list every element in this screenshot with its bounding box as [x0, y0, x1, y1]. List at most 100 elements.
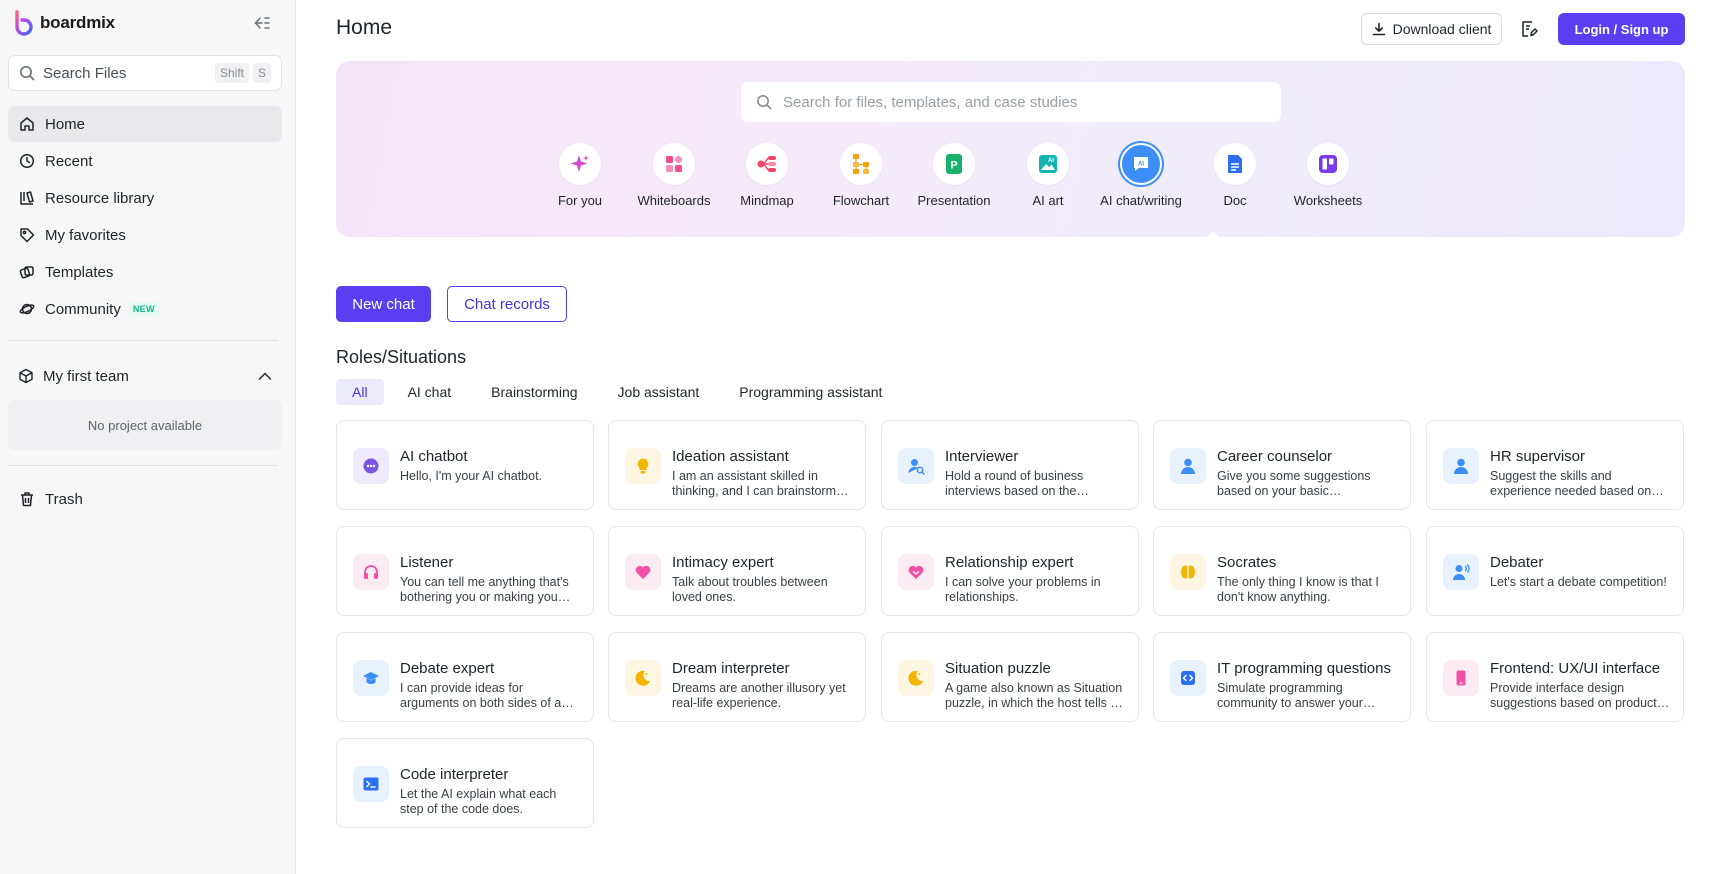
sidebar-item-label: Home — [45, 115, 86, 133]
role-card-intimacy-expert[interactable]: Intimacy expert Talk about troubles betw… — [608, 526, 866, 616]
sidebar-item-community[interactable]: Community NEW — [8, 291, 282, 327]
role-card-debater[interactable]: Debater Let's start a debate competition… — [1426, 526, 1684, 616]
filter-tab-brainstorming[interactable]: Brainstorming — [475, 379, 593, 405]
role-card-interviewer[interactable]: Interviewer Hold a round of business int… — [881, 420, 1139, 510]
chevron-up-icon[interactable] — [258, 371, 272, 381]
category-label: Whiteboards — [637, 193, 711, 208]
user-icon — [1443, 448, 1479, 484]
role-card-title: Situation puzzle — [945, 660, 1051, 677]
trash-icon — [18, 490, 36, 508]
category-flowchart[interactable]: Flowchart — [811, 143, 911, 208]
category-ai-chat-writing[interactable]: AI AI chat/writing — [1091, 143, 1191, 208]
filter-tab-ai-chat[interactable]: AI chat — [392, 379, 468, 405]
filter-tab-job-assistant[interactable]: Job assistant — [602, 379, 716, 405]
role-card-title: IT programming questions — [1217, 660, 1391, 677]
role-card-title: Intimacy expert — [672, 554, 774, 571]
role-card-situation-puzzle[interactable]: Situation puzzle A game also known as Si… — [881, 632, 1139, 722]
sidebar-item-home[interactable]: Home — [8, 106, 282, 142]
brand[interactable]: boardmix — [14, 10, 115, 36]
collapse-sidebar-button[interactable] — [252, 13, 272, 33]
category-whiteboards[interactable]: Whiteboards — [624, 143, 724, 208]
sidebar-item-label: Recent — [45, 152, 93, 170]
sidebar-item-my-favorites[interactable]: My favorites — [8, 217, 282, 253]
main-content: Home Download client Login / Sign up Sea… — [297, 0, 1710, 874]
category-worksheets[interactable]: Worksheets — [1278, 143, 1378, 208]
boardmix-logo-icon — [15, 10, 33, 36]
sidebar-item-templates[interactable]: Templates — [8, 254, 282, 290]
category-presentation[interactable]: P Presentation — [904, 143, 1004, 208]
login-signup-button[interactable]: Login / Sign up — [1558, 13, 1685, 45]
category-ai-art[interactable]: AI AI art — [998, 143, 1098, 208]
shortcut-s: S — [252, 63, 271, 83]
role-card-ideation-assistant[interactable]: Ideation assistant I am an assistant ski… — [608, 420, 866, 510]
hero-banner: Search for files, templates, and case st… — [336, 61, 1685, 237]
feedback-button[interactable] — [1516, 16, 1542, 42]
role-card-socrates[interactable]: Socrates The only thing I know is that I… — [1153, 526, 1411, 616]
search-files-label: Search Files — [43, 64, 127, 82]
moon-icon — [625, 660, 661, 696]
role-card-title: Career counselor — [1217, 448, 1333, 465]
presentation-icon: P — [946, 154, 962, 174]
hero-search-input[interactable]: Search for files, templates, and case st… — [741, 82, 1281, 122]
role-card-title: AI chatbot — [400, 448, 468, 465]
templates-icon — [18, 263, 36, 281]
collapse-icon — [254, 17, 270, 29]
chat-records-button[interactable]: Chat records — [447, 286, 567, 322]
role-card-hr-supervisor[interactable]: HR supervisor Suggest the skills and exp… — [1426, 420, 1684, 510]
new-chat-button[interactable]: New chat — [336, 286, 431, 322]
role-card-description: Simulate programming community to answer… — [1217, 681, 1363, 710]
sidebar-item-label: Resource library — [45, 189, 155, 207]
new-badge: NEW — [128, 302, 159, 316]
sidebar-item-recent[interactable]: Recent — [8, 143, 282, 179]
download-client-button[interactable]: Download client — [1361, 13, 1502, 45]
role-card-debate-expert[interactable]: Debate expert I can provide ideas for ar… — [336, 632, 594, 722]
sidebar-nav: Home Recent Resource library My favorite… — [8, 106, 282, 328]
sidebar: boardmix Search Files Shift S Home Recen… — [0, 0, 296, 874]
role-card-description: Hold a round of business interviews base… — [945, 469, 1084, 498]
role-card-description: Hello, I'm your AI chatbot. — [400, 469, 543, 483]
library-icon — [18, 189, 36, 207]
role-card-description: Dreams are another illusory yet real-lif… — [672, 681, 846, 710]
role-card-description: The only thing I know is that I don't kn… — [1217, 575, 1379, 604]
filter-tab-all[interactable]: All — [336, 379, 384, 405]
search-files-input[interactable]: Search Files Shift S — [8, 55, 282, 91]
role-card-title: Code interpreter — [400, 766, 509, 783]
role-card-description: A game also known as Situation puzzle, i… — [945, 681, 1123, 710]
roles-section-title: Roles/Situations — [336, 347, 467, 367]
download-icon — [1372, 22, 1385, 36]
svg-text:AI: AI — [1048, 158, 1054, 164]
role-card-code-interpreter[interactable]: Code interpreter Let the AI explain what… — [336, 738, 594, 828]
role-card-ai-chatbot[interactable]: AI chatbot Hello, I'm your AI chatbot. — [336, 420, 594, 510]
sidebar-item-resource-library[interactable]: Resource library — [8, 180, 282, 216]
category-for-you[interactable]: For you — [530, 143, 630, 208]
category-label: For you — [557, 193, 603, 208]
role-card-title: Ideation assistant — [672, 448, 789, 465]
heart-icon — [625, 554, 661, 590]
role-card-title: Socrates — [1217, 554, 1277, 571]
sidebar-item-label: Community — [45, 300, 121, 318]
category-doc[interactable]: Doc — [1185, 143, 1285, 208]
category-mindmap[interactable]: Mindmap — [717, 143, 817, 208]
team-section-header[interactable]: My first team — [8, 358, 282, 394]
category-label: Flowchart — [832, 193, 890, 208]
category-label: Mindmap — [740, 193, 794, 208]
active-category-pointer — [1205, 231, 1221, 239]
role-card-relationship-expert[interactable]: Relationship expert I can solve your pro… — [881, 526, 1139, 616]
role-card-career-counselor[interactable]: Career counselor Give you some suggestio… — [1153, 420, 1411, 510]
planet-icon — [18, 300, 36, 318]
relationship-icon — [898, 554, 934, 590]
cube-icon — [19, 368, 33, 384]
sidebar-item-trash[interactable]: Trash — [8, 481, 282, 517]
home-icon — [18, 115, 36, 133]
role-card-listener[interactable]: Listener You can tell me anything that's… — [336, 526, 594, 616]
role-card-it-programming-questions[interactable]: IT programming questions Simulate progra… — [1153, 632, 1411, 722]
sparkle-icon — [570, 155, 589, 172]
role-card-dream-interpreter[interactable]: Dream interpreter Dreams are another ill… — [608, 632, 866, 722]
filter-tab-programming-assistant[interactable]: Programming assistant — [723, 379, 898, 405]
svg-text:P: P — [950, 160, 957, 172]
role-card-frontend-ux-ui[interactable]: Frontend: UX/UI interface Provide interf… — [1426, 632, 1684, 722]
mindmap-icon — [757, 156, 776, 172]
role-card-description: You can tell me anything that's botherin… — [400, 575, 569, 604]
edit-note-icon — [1522, 21, 1538, 37]
category-label: Doc — [1223, 193, 1247, 208]
